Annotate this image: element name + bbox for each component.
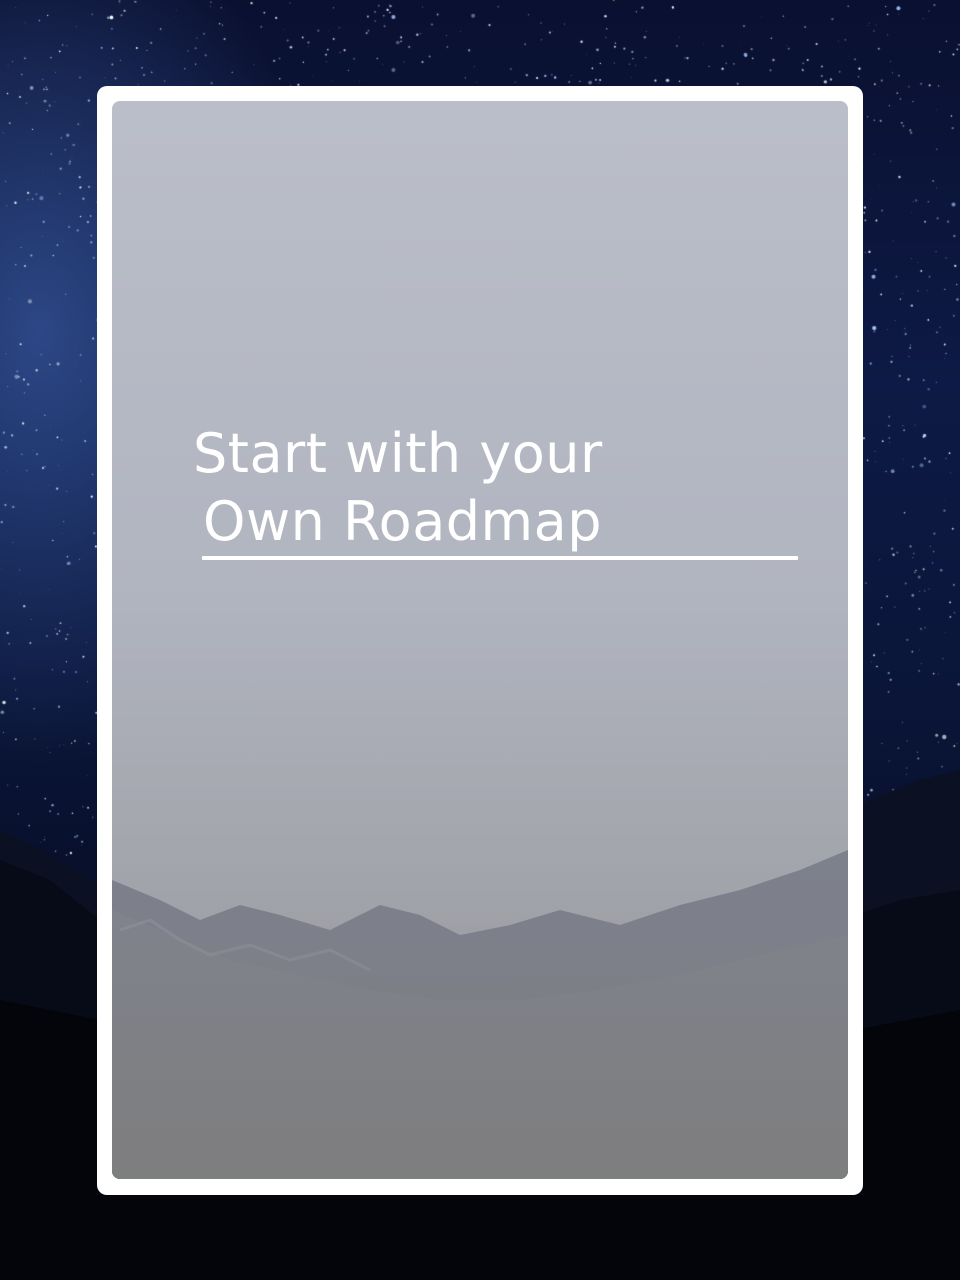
headline-line-1: Start with your — [193, 422, 603, 485]
headline-underline — [202, 556, 798, 560]
headline-line-2: Own Roadmap — [203, 490, 603, 553]
headline: Start with your Own Roadmap — [193, 420, 603, 556]
panel-gray-overlay — [112, 101, 848, 1179]
card-panel — [112, 101, 848, 1179]
starry-background: Start with your Own Roadmap — [0, 0, 960, 1280]
